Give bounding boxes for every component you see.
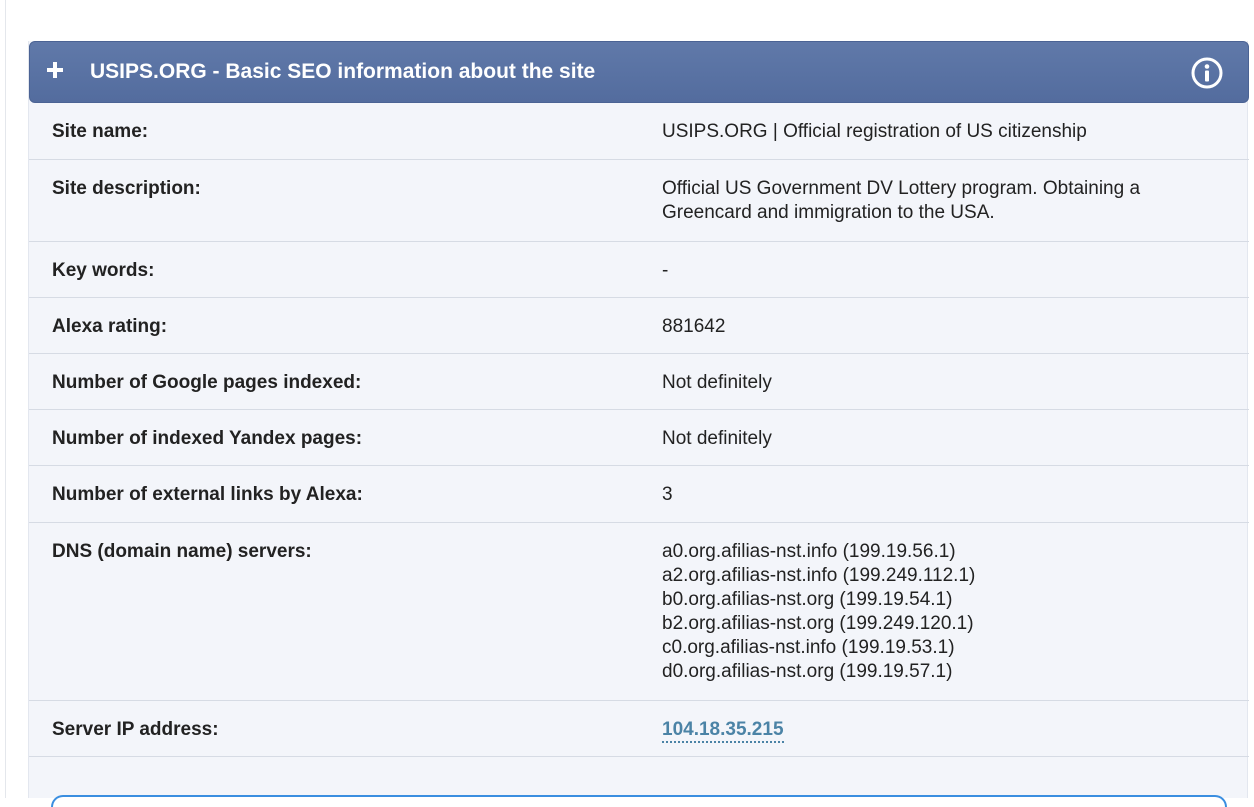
row-value: 881642 — [662, 315, 1222, 339]
row-value: 3 — [662, 483, 1222, 507]
table-row-site-description: Site description: Official US Government… — [29, 160, 1249, 242]
value-line: d0.org.afilias-nst.org (199.19.57.1) — [662, 661, 953, 682]
panel-title: USIPS.ORG - Basic SEO information about … — [90, 60, 596, 83]
info-icon[interactable] — [1190, 56, 1224, 90]
row-label: Alexa rating: — [52, 316, 168, 337]
value-line: USIPS.ORG | Official registration of US … — [662, 121, 1087, 142]
row-label: Number of indexed Yandex pages: — [52, 428, 363, 449]
value-line: b2.org.afilias-nst.org (199.249.120.1) — [662, 613, 974, 634]
value-line: c0.org.afilias-nst.info (199.19.53.1) — [662, 637, 955, 658]
value-line: Greencard and immigration to the USA. — [662, 202, 995, 223]
table-row-server-ip: Server IP address: 104.18.35.215 — [29, 701, 1249, 757]
table-row-alexa-rating: Alexa rating: 881642 — [29, 298, 1249, 354]
row-value: - — [662, 259, 1222, 283]
table-row-dns-servers: DNS (domain name) servers: a0.org.afilia… — [29, 523, 1249, 701]
row-label: Key words: — [52, 260, 155, 281]
row-value: USIPS.ORG | Official registration of US … — [662, 120, 1222, 144]
row-label: DNS (domain name) servers: — [52, 541, 312, 562]
server-ip-link[interactable]: 104.18.35.215 — [662, 719, 784, 743]
table-row-key-words: Key words: - — [29, 242, 1249, 298]
panel-header[interactable]: USIPS.ORG - Basic SEO information about … — [29, 41, 1249, 103]
value-line: Not definitely — [662, 372, 772, 393]
row-label: Number of external links by Alexa: — [52, 484, 363, 505]
table-row-site-name: Site name: USIPS.ORG | Official registra… — [29, 103, 1249, 160]
value-line: a2.org.afilias-nst.info (199.249.112.1) — [662, 565, 976, 586]
table-row-external-links: Number of external links by Alexa: 3 — [29, 466, 1249, 523]
row-label: Server IP address: — [52, 719, 219, 740]
value-line: Official US Government DV Lottery progra… — [662, 178, 1141, 199]
value-line: - — [662, 260, 669, 281]
row-value: Not definitely — [662, 371, 1222, 395]
info-table: Site name: USIPS.ORG | Official registra… — [29, 103, 1249, 757]
row-value: a0.org.afilias-nst.info (199.19.56.1) a2… — [662, 540, 1222, 684]
row-value: Official US Government DV Lottery progra… — [662, 177, 1222, 225]
value-line: a0.org.afilias-nst.info (199.19.56.1) — [662, 541, 956, 562]
table-row-google-pages: Number of Google pages indexed: Not defi… — [29, 354, 1249, 410]
table-row-yandex-pages: Number of indexed Yandex pages: Not defi… — [29, 410, 1249, 466]
value-line: Not definitely — [662, 428, 772, 449]
left-divider — [5, 0, 6, 798]
value-line: b0.org.afilias-nst.org (199.19.54.1) — [662, 589, 953, 610]
row-label: Site description: — [52, 178, 201, 199]
seo-info-panel: USIPS.ORG - Basic SEO information about … — [28, 41, 1249, 807]
row-value: 104.18.35.215 — [662, 718, 1222, 743]
next-panel-header[interactable] — [51, 795, 1227, 807]
row-value: Not definitely — [662, 427, 1222, 451]
page: USIPS.ORG - Basic SEO information about … — [0, 0, 1254, 807]
plus-icon[interactable] — [45, 60, 67, 82]
value-line: 881642 — [662, 316, 726, 337]
row-label: Site name: — [52, 121, 149, 142]
row-label: Number of Google pages indexed: — [52, 372, 362, 393]
value-line: 3 — [662, 484, 673, 505]
